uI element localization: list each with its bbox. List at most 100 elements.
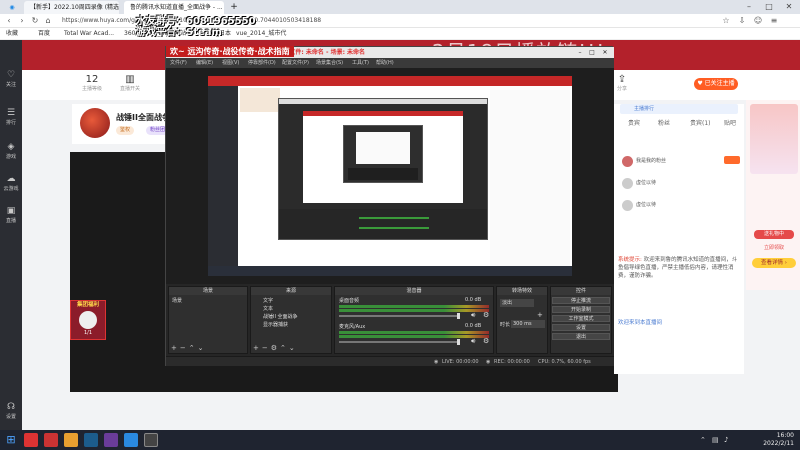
close-icon[interactable]: ✕ [780,0,798,14]
back-icon[interactable]: ‹ [3,15,15,27]
sidebar-item-live[interactable]: ▣ 直播 [0,206,22,224]
sidebar-item-game[interactable]: ◈ 游戏 [0,142,22,160]
sidebar-item-follow[interactable]: ♡ 关注 [0,70,22,88]
menu-edit[interactable]: 编辑(E) [196,58,213,68]
sidebar-item-label: 直播 [5,218,16,224]
sidebar-item-cloudgame[interactable]: ☁ 云游戏 [0,174,22,192]
anchor-avatar[interactable] [80,108,110,138]
gamepad-icon: ◈ [7,142,15,152]
ad-label: 送礼物中 [754,230,794,239]
start-recording-button[interactable]: 开始录制 [552,306,610,313]
browser-tab-1[interactable]: 【新手】2022.10周四录像 (精选) [24,1,119,14]
windows-start-icon[interactable]: ⊞ [4,433,18,447]
steam-icon[interactable] [84,433,98,447]
obs-preview[interactable] [166,68,614,284]
sidebar-item-label: 云游戏 [3,186,19,192]
home-icon[interactable]: ⌂ [42,15,54,27]
tab-vip[interactable]: 贵宾 [628,118,640,127]
new-tab-button[interactable]: + [228,1,240,14]
volume-knob[interactable] [457,339,460,345]
source-controls[interactable]: +−⚙⌃⌄ [253,344,298,352]
tab-tieba[interactable]: 贴吧 [724,118,736,127]
network-icon[interactable]: ▤ [712,433,720,447]
close-icon[interactable]: ✕ [599,47,611,58]
refresh-icon[interactable]: ↻ [29,15,41,27]
stat-label: 直播开关 [119,86,140,92]
source-item[interactable]: 文字 [263,297,328,305]
scene-controls[interactable]: +−⌃⌄ [171,344,206,352]
menu-view[interactable]: 视图(V) [222,58,239,68]
transition-select[interactable]: 淡出 [500,299,534,307]
gift-badge [724,156,740,164]
app-icon[interactable] [24,433,38,447]
scene-item[interactable]: 场景 [172,297,244,305]
settings-button[interactable]: 设置 [552,324,610,331]
left-sidebar: ♡ 关注 ☰ 排行 ◈ 游戏 ☁ 云游戏 ▣ 直播 ☊ 设置 [0,40,22,430]
menu-tools[interactable]: 工具(T) [352,58,369,68]
audio-meter [339,335,489,338]
exit-button[interactable]: 退出 [552,333,610,340]
system-clock[interactable]: 16:00 2022/2/11 [763,432,794,448]
download-icon[interactable]: ⇩ [736,15,748,27]
tray-icon[interactable]: ⌃ [700,433,708,447]
menu-scene-collection[interactable]: 场景集合(S) [316,58,343,68]
app-icon[interactable] [104,433,118,447]
transition-add-icon[interactable]: + [537,311,543,319]
app-icon[interactable] [64,433,78,447]
browser-icon[interactable] [124,433,138,447]
welcome-message: 欢迎来到本直播间 [618,320,663,326]
menu-icon[interactable]: ≡ [768,15,780,27]
bookmark-item[interactable]: 收藏 [6,28,18,40]
maximize-icon[interactable]: □ [760,0,778,14]
rank-row[interactable]: 虚位以待 [622,176,657,190]
dock-title: 转场特效 [497,287,547,295]
follow-button[interactable]: ♥ 已关注主播 [694,78,738,90]
source-item[interactable]: 战锤II 全面战争 [263,313,328,321]
stop-stream-button[interactable]: 停止推流 [552,297,610,304]
sidebar-item-rank[interactable]: ☰ 排行 [0,108,22,126]
tab-fans[interactable]: 粉丝 [658,118,670,127]
minimize-icon[interactable]: – [740,0,758,14]
duration-input[interactable]: 300 ms [511,320,545,328]
source-item[interactable]: 文本 [263,305,328,313]
gear-icon[interactable]: ⚙ [483,311,489,319]
volume-slider[interactable] [339,315,459,317]
menu-help[interactable]: 帮助(H) [376,58,394,68]
volume-knob[interactable] [457,313,460,319]
extension-icon[interactable]: ☆ [720,15,732,27]
volume-icon[interactable]: ♪ [724,433,732,447]
studio-mode-button[interactable]: 工作室模式 [552,315,610,322]
app-icon[interactable] [44,433,58,447]
obs-icon[interactable] [144,433,158,447]
rank-row[interactable]: 虚位以待 [622,198,656,212]
source-item[interactable]: 显示器捕获 [263,321,328,329]
gear-icon[interactable]: ⚙ [483,337,489,345]
sidebar-item-settings[interactable]: ☊ 设置 [0,402,22,420]
bookmark-item[interactable]: 百度 [38,28,50,40]
address-bar: ‹ › ↻ ⌂ https://www.huya.com/game/11?ids… [0,14,800,28]
stat-switch[interactable]: ▥ 直播开关 [110,74,150,92]
bookmark-item[interactable]: Total War Acad... [64,28,114,40]
minimize-icon[interactable]: – [574,47,586,58]
speaker-icon[interactable]: 🔊︎ [471,311,475,320]
maximize-icon[interactable]: □ [586,47,598,58]
promo-badge[interactable]: 集团福利 1/1 [70,300,106,340]
nested-sidebar [208,86,238,276]
mixer-channel-name: 麦克风/Aux [339,324,366,330]
tab-vip-count[interactable]: 贵宾(1) [690,118,711,127]
menu-docks[interactable]: 停靠部件(D) [248,58,276,68]
forward-icon[interactable]: › [16,15,28,27]
rank-row[interactable]: 我是我的粉丝 [622,154,666,168]
account-icon[interactable]: ☺ [752,15,764,27]
browser-tab-2[interactable]: 鲁的腾讯水知道直播_全面战争 - ... [124,1,224,14]
menu-file[interactable]: 文件(F) [170,58,187,68]
ad-detail-button[interactable]: 查看详情 › [752,258,796,268]
promo-ad[interactable]: 送礼物中 立即领取 查看详情 › [746,100,800,290]
menu-profile[interactable]: 配置文件(P) [282,58,309,68]
speaker-icon[interactable]: 🔊︎ [471,337,475,346]
volume-slider[interactable] [339,341,459,343]
promo-count: 1/1 [83,330,93,336]
dock-title: 来源 [251,287,331,295]
obs-statusbar: ◉ LIVE: 00:00:00 ◉ REC: 00:00:00 CPU: 0.… [166,356,614,366]
rank-name: 虚位以待 [636,180,657,186]
